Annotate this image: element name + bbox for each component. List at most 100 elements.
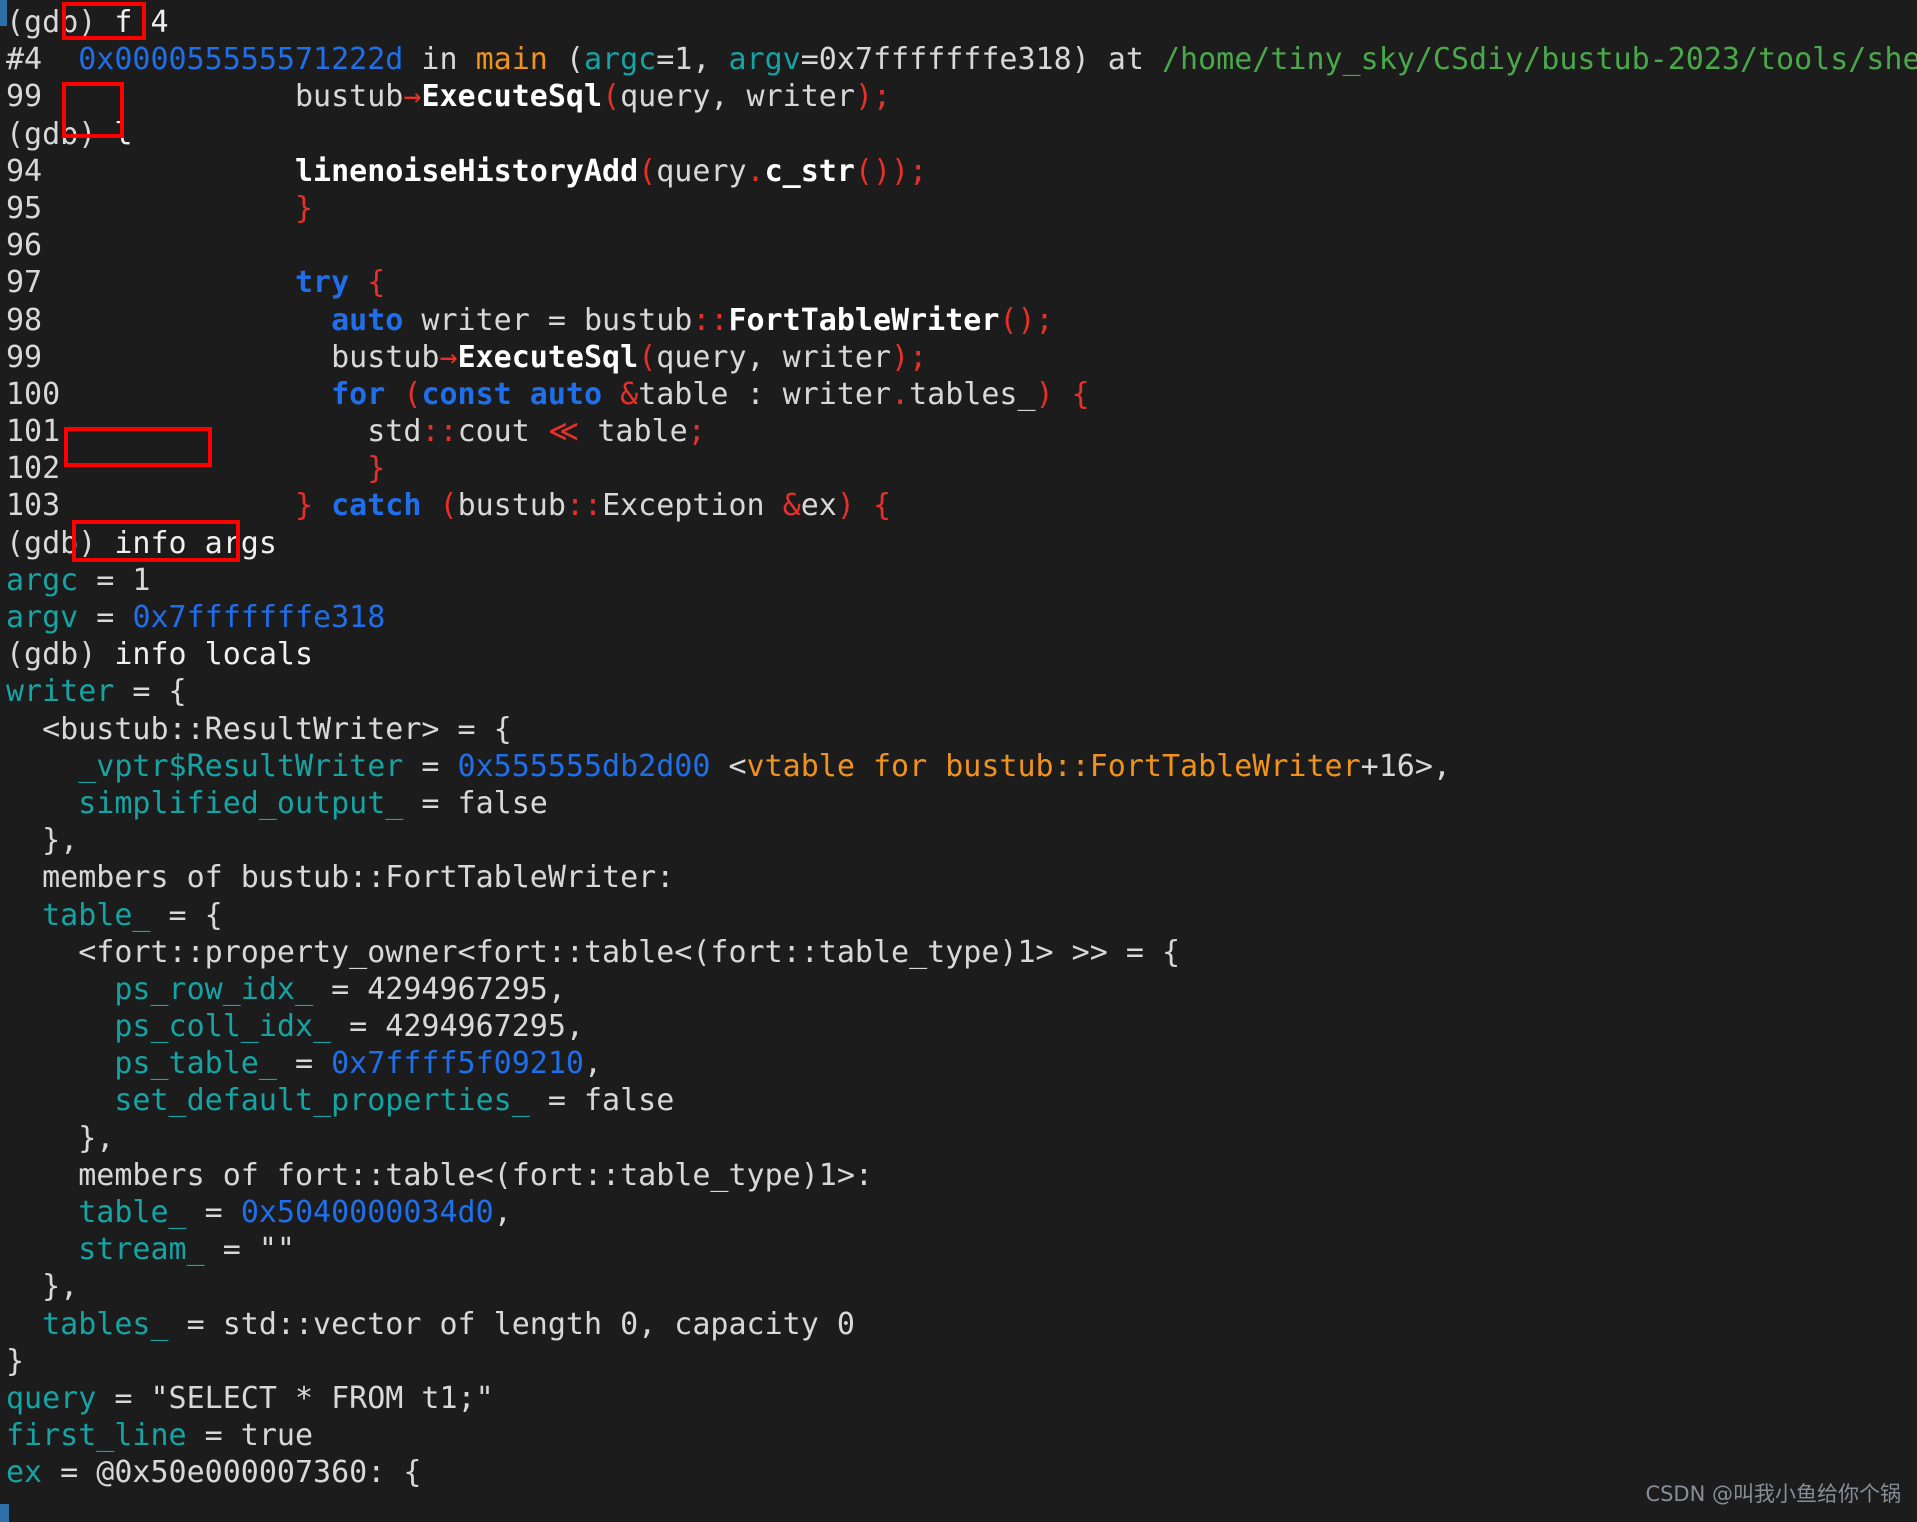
terminal-text-segment: (	[602, 79, 621, 115]
terminal-text-segment: =0x7fffffffe318) at	[800, 42, 1162, 78]
terminal-text-segment: = {	[114, 674, 187, 710]
terminal-text-segment: FortTableWriter	[728, 302, 1000, 338]
terminal-line: 96	[6, 227, 1917, 264]
terminal-text-segment: (gdb)	[6, 525, 115, 561]
terminal-text-segment: }	[258, 488, 332, 524]
terminal-line: 97 try {	[6, 264, 1917, 301]
terminal-text-segment: ,	[584, 1046, 603, 1082]
terminal-text-segment: main	[475, 42, 548, 78]
terminal-text-segment: 99	[6, 339, 259, 375]
terminal-text-segment: writer = bustub	[403, 302, 693, 338]
terminal-text-segment: query	[6, 1380, 97, 1416]
terminal-text-segment: query	[656, 153, 747, 189]
terminal-text-segment: ≪	[547, 414, 580, 450]
terminal-text-segment: =	[186, 1195, 241, 1230]
terminal-text-segment: ) {	[1035, 376, 1090, 412]
terminal-text-segment: std	[258, 414, 422, 450]
terminal-text-segment: bustub	[457, 488, 566, 524]
terminal-text-segment: linenoiseHistoryAdd	[295, 153, 639, 189]
terminal-line: },	[6, 822, 1917, 859]
gdb-terminal-screenshot: (gdb) f 4 #4 0x000055555571222d in main (…	[0, 0, 1917, 1522]
terminal-text-segment: argc	[6, 562, 79, 598]
terminal-text-segment: ex	[800, 488, 837, 524]
terminal-text-segment: 97	[6, 265, 259, 301]
terminal-text-segment: (gdb)	[6, 5, 115, 40]
terminal-text-segment: ps_coll_idx_	[114, 1009, 332, 1045]
terminal-text-segment: (	[439, 488, 458, 524]
csdn-watermark: CSDN @叫我小鱼给你个锅	[1645, 1482, 1901, 1506]
terminal-line: (gdb) f 4	[6, 4, 1917, 41]
terminal-text-segment: _vptr$ResultWriter	[78, 748, 404, 784]
terminal-line: members of fort::table<(fort::table_type…	[6, 1157, 1917, 1194]
terminal-text-segment: argc	[583, 42, 657, 78]
terminal-text-segment: = std::vector of length 0, capacity 0	[168, 1306, 855, 1342]
terminal-line: table_ = {	[6, 897, 1917, 934]
terminal-line: <bustub::ResultWriter> = {	[6, 711, 1917, 748]
terminal-text-segment: table_	[78, 1195, 187, 1230]
terminal-line: ps_table_ = 0x7ffff5f09210,	[6, 1045, 1917, 1082]
terminal-text-segment: (gdb)	[6, 116, 115, 152]
terminal-text-segment: = ""	[204, 1232, 295, 1268]
terminal-line: stream_ = ""	[6, 1231, 1917, 1268]
terminal-line: set_default_properties_ = false	[6, 1082, 1917, 1119]
terminal-text-segment: ExecuteSql	[421, 79, 603, 115]
terminal-text-segment: 0x555555db2d00	[457, 748, 711, 784]
terminal-text-segment: query, writer	[620, 79, 855, 115]
terminal-text-segment: = @0x50e000007360: {	[42, 1455, 422, 1491]
terminal-text-segment: bustub	[222, 79, 404, 115]
terminal-text-segment: 0x5040000034d0	[240, 1195, 494, 1230]
terminal-text-segment: ExecuteSql	[457, 339, 639, 375]
terminal-line: members of bustub::FortTableWriter:	[6, 859, 1917, 896]
terminal-text-segment: #4	[6, 42, 79, 78]
terminal-text-segment: 100	[6, 376, 259, 412]
terminal-text-segment: vtable for bustub::FortTableWriter	[746, 748, 1361, 784]
terminal-text-segment: tables_	[42, 1306, 169, 1342]
terminal-text-segment: 99	[6, 79, 223, 115]
terminal-text-segment: = false	[403, 785, 548, 821]
terminal-text-segment: ps_row_idx_	[114, 971, 314, 1007]
terminal-text-segment: tables_	[909, 376, 1036, 412]
terminal-text-segment: = 1	[78, 562, 151, 598]
terminal-text-segment: = {	[150, 897, 223, 933]
terminal-line: 99 bustub→ExecuteSql(query, writer);	[6, 78, 1917, 115]
terminal-text-segment: ,	[493, 1195, 512, 1230]
terminal-text-segment: .	[891, 376, 910, 412]
terminal-text-segment: +16>,	[1360, 748, 1451, 784]
terminal-text-segment: l	[114, 116, 133, 152]
terminal-line: _vptr$ResultWriter = 0x555555db2d00 <vta…	[6, 748, 1917, 785]
terminal-output[interactable]: (gdb) f 4 #4 0x000055555571222d in main (…	[0, 0, 1917, 1492]
terminal-text-segment: &	[782, 488, 801, 524]
terminal-line: 95 }	[6, 190, 1917, 227]
terminal-text-segment: writer	[6, 674, 115, 710]
terminal-text-segment: first_line	[6, 1418, 187, 1454]
terminal-text-segment: ps_table_	[114, 1046, 277, 1082]
terminal-text-segment: /home/tiny_sky/CSdiy/bustub-2023/tools/s…	[1161, 42, 1917, 78]
terminal-text-segment: }	[6, 1343, 25, 1379]
terminal-text-segment: <fort::property_owner<fort::table<(fort:…	[6, 934, 1180, 970]
terminal-text-segment: }	[294, 451, 386, 487]
terminal-text-segment: stream_	[78, 1232, 205, 1268]
terminal-text-segment: const auto	[421, 376, 603, 412]
terminal-text-segment: ::	[692, 302, 729, 338]
terminal-text-segment: f 4	[114, 5, 169, 40]
terminal-text-segment: →	[403, 79, 422, 115]
terminal-line: simplified_output_ = false	[6, 785, 1917, 822]
terminal-text-segment: query, writer	[656, 339, 892, 375]
terminal-text-segment: c_str	[764, 153, 855, 189]
terminal-text-segment: = true	[186, 1418, 314, 1454]
terminal-text-segment: 96	[6, 228, 43, 264]
terminal-text-segment: ;	[687, 414, 706, 450]
terminal-text-segment: 102	[6, 451, 295, 487]
terminal-text-segment: simplified_output_	[78, 785, 404, 821]
terminal-text-segment: ();	[999, 302, 1054, 338]
